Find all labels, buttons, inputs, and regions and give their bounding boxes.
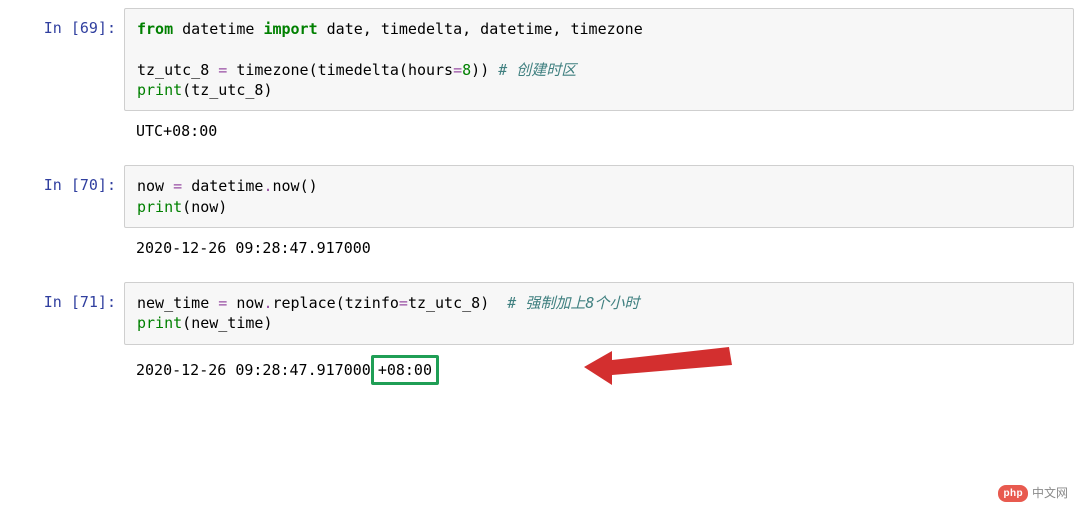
code-input-area[interactable]: now = datetime.now() print(now) xyxy=(124,165,1074,228)
stdout-output: 2020-12-26 09:28:47.917000 xyxy=(124,232,1074,264)
input-prompt: In [70]: xyxy=(6,165,124,228)
fn-timedelta: timedelta xyxy=(318,61,399,79)
paren-open: ( xyxy=(309,61,318,79)
builtin-print: print xyxy=(137,198,182,216)
arg-name: now xyxy=(191,198,218,216)
input-prompt: In [69]: xyxy=(6,8,124,111)
paren-open: ( xyxy=(336,294,345,312)
paren-close: ) xyxy=(471,61,480,79)
code-block: new_time = now.replace(tzinfo=tz_utc_8) … xyxy=(137,293,1061,334)
paren-close: ) xyxy=(480,294,489,312)
output-text: 2020-12-26 09:28:47.917000+08:00 xyxy=(136,355,439,385)
code-input-area[interactable]: new_time = now.replace(tzinfo=tz_utc_8) … xyxy=(124,282,1074,345)
notebook-cell: In [69]: from datetime import date, time… xyxy=(6,8,1074,111)
code-input-area[interactable]: from datetime import date, timedelta, da… xyxy=(124,8,1074,111)
output-prompt xyxy=(6,349,124,391)
cell-content: now = datetime.now() print(now) xyxy=(124,165,1074,228)
blank-line xyxy=(137,40,146,58)
paren-open: ( xyxy=(399,61,408,79)
int-literal: 8 xyxy=(462,61,471,79)
arg-name: new_time xyxy=(191,314,263,332)
highlight-box: +08:00 xyxy=(371,355,439,385)
paren-open: ( xyxy=(300,177,309,195)
op-assign: = xyxy=(453,61,462,79)
output-prompt xyxy=(6,232,124,264)
watermark: php 中文网 xyxy=(998,485,1068,503)
stdout-output: UTC+08:00 xyxy=(124,115,1074,147)
builtin-print: print xyxy=(137,314,182,332)
keyword-from: from xyxy=(137,20,173,38)
method-replace: replace xyxy=(272,294,335,312)
keyword-import: import xyxy=(263,20,317,38)
watermark-text: 中文网 xyxy=(1032,485,1068,501)
paren-close: ) xyxy=(480,61,489,79)
watermark-badge: php xyxy=(998,485,1028,503)
op-assign: = xyxy=(209,61,236,79)
op-assign: = xyxy=(209,294,236,312)
spacing xyxy=(489,294,507,312)
paren-open: ( xyxy=(182,198,191,216)
input-prompt: In [71]: xyxy=(6,282,124,345)
kwarg-name: tzinfo xyxy=(345,294,399,312)
output-row: 2020-12-26 09:28:47.917000 xyxy=(6,232,1074,264)
comment: # 创建时区 xyxy=(489,61,576,79)
notebook-cell: In [70]: now = datetime.now() print(now) xyxy=(6,165,1074,228)
annotation-arrow-icon xyxy=(584,345,734,395)
method-now: now xyxy=(272,177,299,195)
import-names: date, timedelta, datetime, timezone xyxy=(327,20,643,38)
output-pre-highlight: 2020-12-26 09:28:47.917000 xyxy=(136,361,371,379)
cell-content: from datetime import date, timedelta, da… xyxy=(124,8,1074,111)
paren-close: ) xyxy=(309,177,318,195)
cell-content: new_time = now.replace(tzinfo=tz_utc_8) … xyxy=(124,282,1074,345)
output-row: 2020-12-26 09:28:47.917000+08:00 xyxy=(6,349,1074,391)
paren-close: ) xyxy=(218,198,227,216)
notebook-cell: In [71]: new_time = now.replace(tzinfo=t… xyxy=(6,282,1074,345)
kwarg-name: hours xyxy=(408,61,453,79)
output-text: UTC+08:00 xyxy=(136,121,1062,141)
prompt-label: In [71]: xyxy=(44,293,116,311)
paren-open: ( xyxy=(182,81,191,99)
obj-now: now xyxy=(236,294,263,312)
module-name: datetime xyxy=(182,20,254,38)
op-assign: = xyxy=(399,294,408,312)
var-name: now xyxy=(137,177,164,195)
comment: # 强制加上8个小时 xyxy=(507,294,639,312)
builtin-print: print xyxy=(137,81,182,99)
paren-close: ) xyxy=(263,314,272,332)
code-block: now = datetime.now() print(now) xyxy=(137,176,1061,217)
var-name: new_time xyxy=(137,294,209,312)
output-text: 2020-12-26 09:28:47.917000 xyxy=(136,238,1062,258)
code-block: from datetime import date, timedelta, da… xyxy=(137,19,1061,100)
fn-timezone: timezone xyxy=(236,61,308,79)
arg-name: tz_utc_8 xyxy=(408,294,480,312)
prompt-label: In [70]: xyxy=(44,176,116,194)
paren-close: ) xyxy=(263,81,272,99)
output-prompt xyxy=(6,115,124,147)
paren-open: ( xyxy=(182,314,191,332)
arg-name: tz_utc_8 xyxy=(191,81,263,99)
op-assign: = xyxy=(164,177,191,195)
output-row: UTC+08:00 xyxy=(6,115,1074,147)
stdout-output: 2020-12-26 09:28:47.917000+08:00 xyxy=(124,349,1074,391)
obj-datetime: datetime xyxy=(191,177,263,195)
prompt-label: In [69]: xyxy=(44,19,116,37)
var-name: tz_utc_8 xyxy=(137,61,209,79)
